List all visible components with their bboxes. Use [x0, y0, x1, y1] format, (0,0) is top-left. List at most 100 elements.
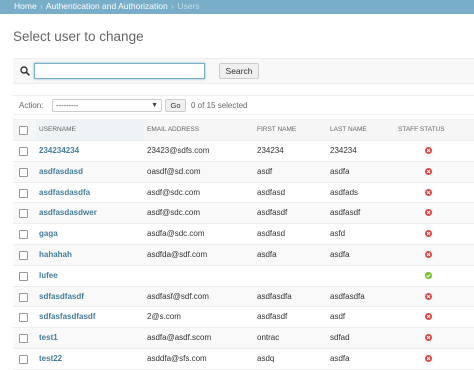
- username-link[interactable]: sdfasdfasdf: [39, 292, 84, 301]
- staff-status-cell: [398, 265, 474, 287]
- row-checkbox[interactable]: [19, 167, 28, 177]
- last-name-cell: asdfa: [328, 244, 398, 266]
- action-select[interactable]: --------- ▼: [52, 99, 162, 112]
- actions-bar: Action: --------- ▼ Go 0 of 15 selected: [13, 95, 474, 115]
- row-checkbox[interactable]: [19, 188, 28, 198]
- column-header-staff-status[interactable]: STAFF STATUS: [398, 119, 474, 141]
- username-link[interactable]: asdfasdasd: [39, 167, 83, 176]
- table-row: 234234234 23423@sdfs.com 234234 234234: [13, 140, 474, 162]
- username-link[interactable]: 234234234: [39, 146, 79, 155]
- search-input[interactable]: [34, 63, 205, 79]
- row-checkbox[interactable]: [19, 354, 28, 364]
- email-value: asddfa@sfs.com: [147, 353, 207, 363]
- staff-status-cell: [398, 140, 474, 162]
- row-select-cell: [13, 286, 36, 308]
- email-value: 23423@sdfs.com: [147, 146, 210, 155]
- username-link[interactable]: hahahah: [39, 250, 72, 259]
- email-cell: oasdf@sd.com: [144, 161, 255, 183]
- username-link[interactable]: test1: [39, 333, 58, 342]
- breadcrumb-home-link[interactable]: Home: [14, 1, 37, 11]
- last-name-cell: 234234: [328, 140, 398, 162]
- email-cell: 23423@sdfs.com: [144, 140, 255, 162]
- last-name-value: asdfa: [330, 353, 350, 363]
- username-link[interactable]: lufee: [39, 271, 58, 280]
- staff-status-cell: [398, 286, 474, 308]
- username-cell: test1: [36, 327, 144, 349]
- email-value: 2@s.com: [147, 312, 181, 322]
- staff-no-icon: [425, 334, 432, 342]
- row-select-cell: [13, 327, 36, 349]
- breadcrumb-separator: ›: [171, 1, 174, 11]
- column-label-last-name: LAST NAME: [330, 126, 367, 133]
- username-link[interactable]: sdfasfasdfasdf: [39, 312, 95, 321]
- row-checkbox[interactable]: [19, 292, 28, 302]
- search-toolbar: Search: [13, 58, 474, 84]
- username-cell: lufee: [36, 265, 144, 287]
- staff-no-icon: [425, 250, 432, 258]
- column-label-username: USERNAME: [39, 126, 76, 133]
- table-row: sdfasdfasdf asdfasf@sdf.com asdfasdfa asdfa…: [13, 286, 474, 308]
- table-row: sdfasfasdfasdf 2@s.com asdfasdf asdf: [13, 306, 474, 329]
- last-name-cell: sdfad: [328, 327, 398, 349]
- username-cell: sdfasdfasdf: [36, 286, 144, 308]
- username-link[interactable]: asdfasdasdfa: [39, 188, 90, 197]
- email-cell: asdfasf@sdf.com: [144, 286, 255, 308]
- username-link[interactable]: test22: [39, 354, 62, 363]
- email-value: asdfda@sdf.com: [147, 249, 208, 259]
- email-cell: [144, 265, 255, 287]
- row-select-cell: [13, 244, 36, 266]
- last-name-value: 234234: [330, 146, 357, 155]
- last-name-value: asdfa: [330, 249, 350, 259]
- row-checkbox[interactable]: [19, 313, 28, 323]
- row-select-cell: [13, 306, 36, 329]
- first-name-value: asdfa: [257, 249, 277, 259]
- last-name-value: asdfasdf: [330, 208, 361, 218]
- email-value: asdfa@asdf.scom: [147, 333, 212, 343]
- column-header-first-name[interactable]: FIRST NAME: [255, 119, 328, 141]
- last-name-value: asfd: [330, 229, 346, 239]
- column-label-email: EMAIL ADDRESS: [147, 126, 200, 133]
- row-checkbox[interactable]: [19, 230, 28, 240]
- first-name-cell: ontrac: [255, 327, 328, 349]
- staff-status-cell: [398, 182, 474, 204]
- username-cell: asdfasdasdfa: [36, 182, 144, 204]
- staff-no-icon: [425, 313, 432, 321]
- column-header-username[interactable]: USERNAME ▲: [36, 119, 160, 141]
- first-name-cell: asdfa: [255, 244, 328, 266]
- row-select-cell: [13, 265, 36, 287]
- row-checkbox[interactable]: [19, 147, 28, 156]
- select-all-checkbox[interactable]: [19, 126, 28, 135]
- staff-no-icon: [425, 230, 432, 238]
- row-checkbox[interactable]: [19, 250, 28, 260]
- last-name-cell: asdfasdf: [328, 202, 398, 225]
- search-icon: [20, 66, 30, 76]
- table-row: asdfasdasd oasdf@sd.com asdf asdfa: [13, 161, 474, 183]
- first-name-value: asdfasdf: [257, 312, 288, 322]
- row-checkbox[interactable]: [19, 334, 28, 344]
- page-title: Select user to change: [13, 29, 144, 44]
- staff-no-icon: [425, 167, 432, 175]
- table-row: asdfasdasdfa asdf@sdc.com asdfasd asdfads: [13, 182, 474, 204]
- last-name-value: asdfads: [330, 187, 359, 197]
- email-cell: asdf@sdc.com: [144, 202, 255, 225]
- last-name-value: sdfad: [330, 333, 350, 343]
- selection-counter: 0 of 15 selected: [191, 101, 248, 110]
- column-header-last-name[interactable]: LAST NAME: [328, 119, 398, 141]
- staff-status-cell: [398, 161, 474, 183]
- last-name-cell: [328, 265, 398, 287]
- staff-no-icon: [425, 354, 432, 362]
- breadcrumb-section-link[interactable]: Authentication and Authorization: [46, 1, 168, 11]
- search-button[interactable]: Search: [219, 63, 259, 79]
- username-link[interactable]: asdfasdasdwer: [39, 208, 97, 217]
- row-checkbox[interactable]: [19, 209, 28, 219]
- email-cell: asdf@sdc.com: [144, 182, 255, 204]
- row-checkbox[interactable]: [19, 271, 28, 281]
- username-link[interactable]: gaga: [39, 229, 58, 238]
- first-name-value: asdfasd: [257, 187, 286, 197]
- go-button[interactable]: Go: [165, 99, 186, 112]
- staff-yes-icon: [425, 271, 432, 279]
- username-cell: hahahah: [36, 244, 144, 266]
- column-header-email[interactable]: EMAIL ADDRESS: [144, 119, 255, 141]
- row-select-cell: [13, 182, 36, 204]
- first-name-value: asdfasdfa: [257, 291, 292, 301]
